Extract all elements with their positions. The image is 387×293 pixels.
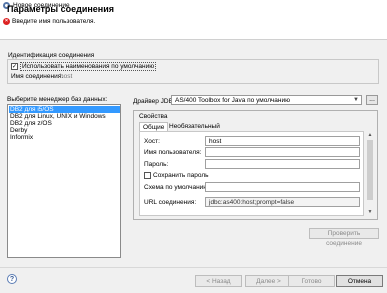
tab-optional[interactable]: Необязательный: [166, 122, 223, 131]
save-password-label[interactable]: Сохранить пароль: [153, 172, 209, 179]
next-button[interactable]: Далее >: [245, 275, 292, 287]
connection-url-field: jdbc:as400:host;prompt=false: [205, 197, 360, 207]
chevron-down-icon: ▼: [353, 97, 359, 103]
default-schema-label: Схема по умолчанию:: [144, 184, 210, 191]
page-title: Параметры соединения: [7, 4, 115, 14]
connection-name-value: host: [60, 73, 73, 80]
host-label: Хост:: [144, 138, 160, 145]
host-input[interactable]: host: [205, 136, 360, 146]
scrollbar-thumb[interactable]: [367, 140, 373, 200]
footer-divider: [0, 267, 387, 268]
list-item-derby[interactable]: Derby: [9, 127, 120, 134]
list-item-informix[interactable]: Informix: [9, 134, 120, 141]
error-icon: ×: [3, 18, 10, 25]
list-item-db2-zos[interactable]: DB2 для z/OS: [9, 120, 120, 127]
save-password-checkbox[interactable]: [144, 172, 151, 179]
jdbc-driver-select[interactable]: AS/400 Toolbox for Java по умолчанию ▼: [171, 95, 362, 105]
properties-legend: Свойства: [139, 113, 168, 120]
scroll-down-icon[interactable]: ▼: [366, 208, 374, 216]
list-item-db2-luw[interactable]: DB2 для Linux, UNIX и Windows: [9, 113, 120, 120]
finish-button[interactable]: Готово: [288, 275, 335, 287]
password-input[interactable]: [205, 159, 360, 169]
help-icon[interactable]: ?: [7, 274, 17, 284]
connection-name-label: Имя соединения:: [11, 73, 64, 80]
scroll-up-icon[interactable]: ▲: [366, 131, 374, 139]
back-button[interactable]: < Назад: [195, 275, 242, 287]
test-connection-button[interactable]: Проверить соединение: [309, 228, 379, 247]
error-message: Введите имя пользователя.: [12, 18, 96, 25]
db-manager-label: Выберите менеджер баз данных:: [7, 96, 108, 103]
tab-general[interactable]: Общие: [139, 122, 169, 131]
list-item-db2-i5os[interactable]: DB2 для i5/OS: [9, 106, 120, 113]
jdbc-driver-value: AS/400 Toolbox for Java по умолчанию: [175, 97, 290, 104]
default-schema-input[interactable]: [205, 182, 360, 192]
username-input[interactable]: [205, 147, 360, 157]
connection-url-label: URL соединения:: [144, 199, 197, 206]
username-label: Имя пользователя:: [144, 149, 202, 156]
identification-legend: Идентификация соединения: [8, 52, 95, 59]
jdbc-more-button[interactable]: ...: [366, 95, 378, 105]
use-default-names-label[interactable]: Использовать наименования по умолчанию: [20, 62, 157, 71]
password-label: Пароль:: [144, 161, 169, 168]
db-manager-list[interactable]: DB2 для i5/OS DB2 для Linux, UNIX и Wind…: [7, 104, 121, 258]
use-default-names-checkbox[interactable]: ✓: [11, 63, 18, 70]
dialog-header: [0, 11, 387, 40]
cancel-button[interactable]: Отмена: [336, 275, 383, 287]
